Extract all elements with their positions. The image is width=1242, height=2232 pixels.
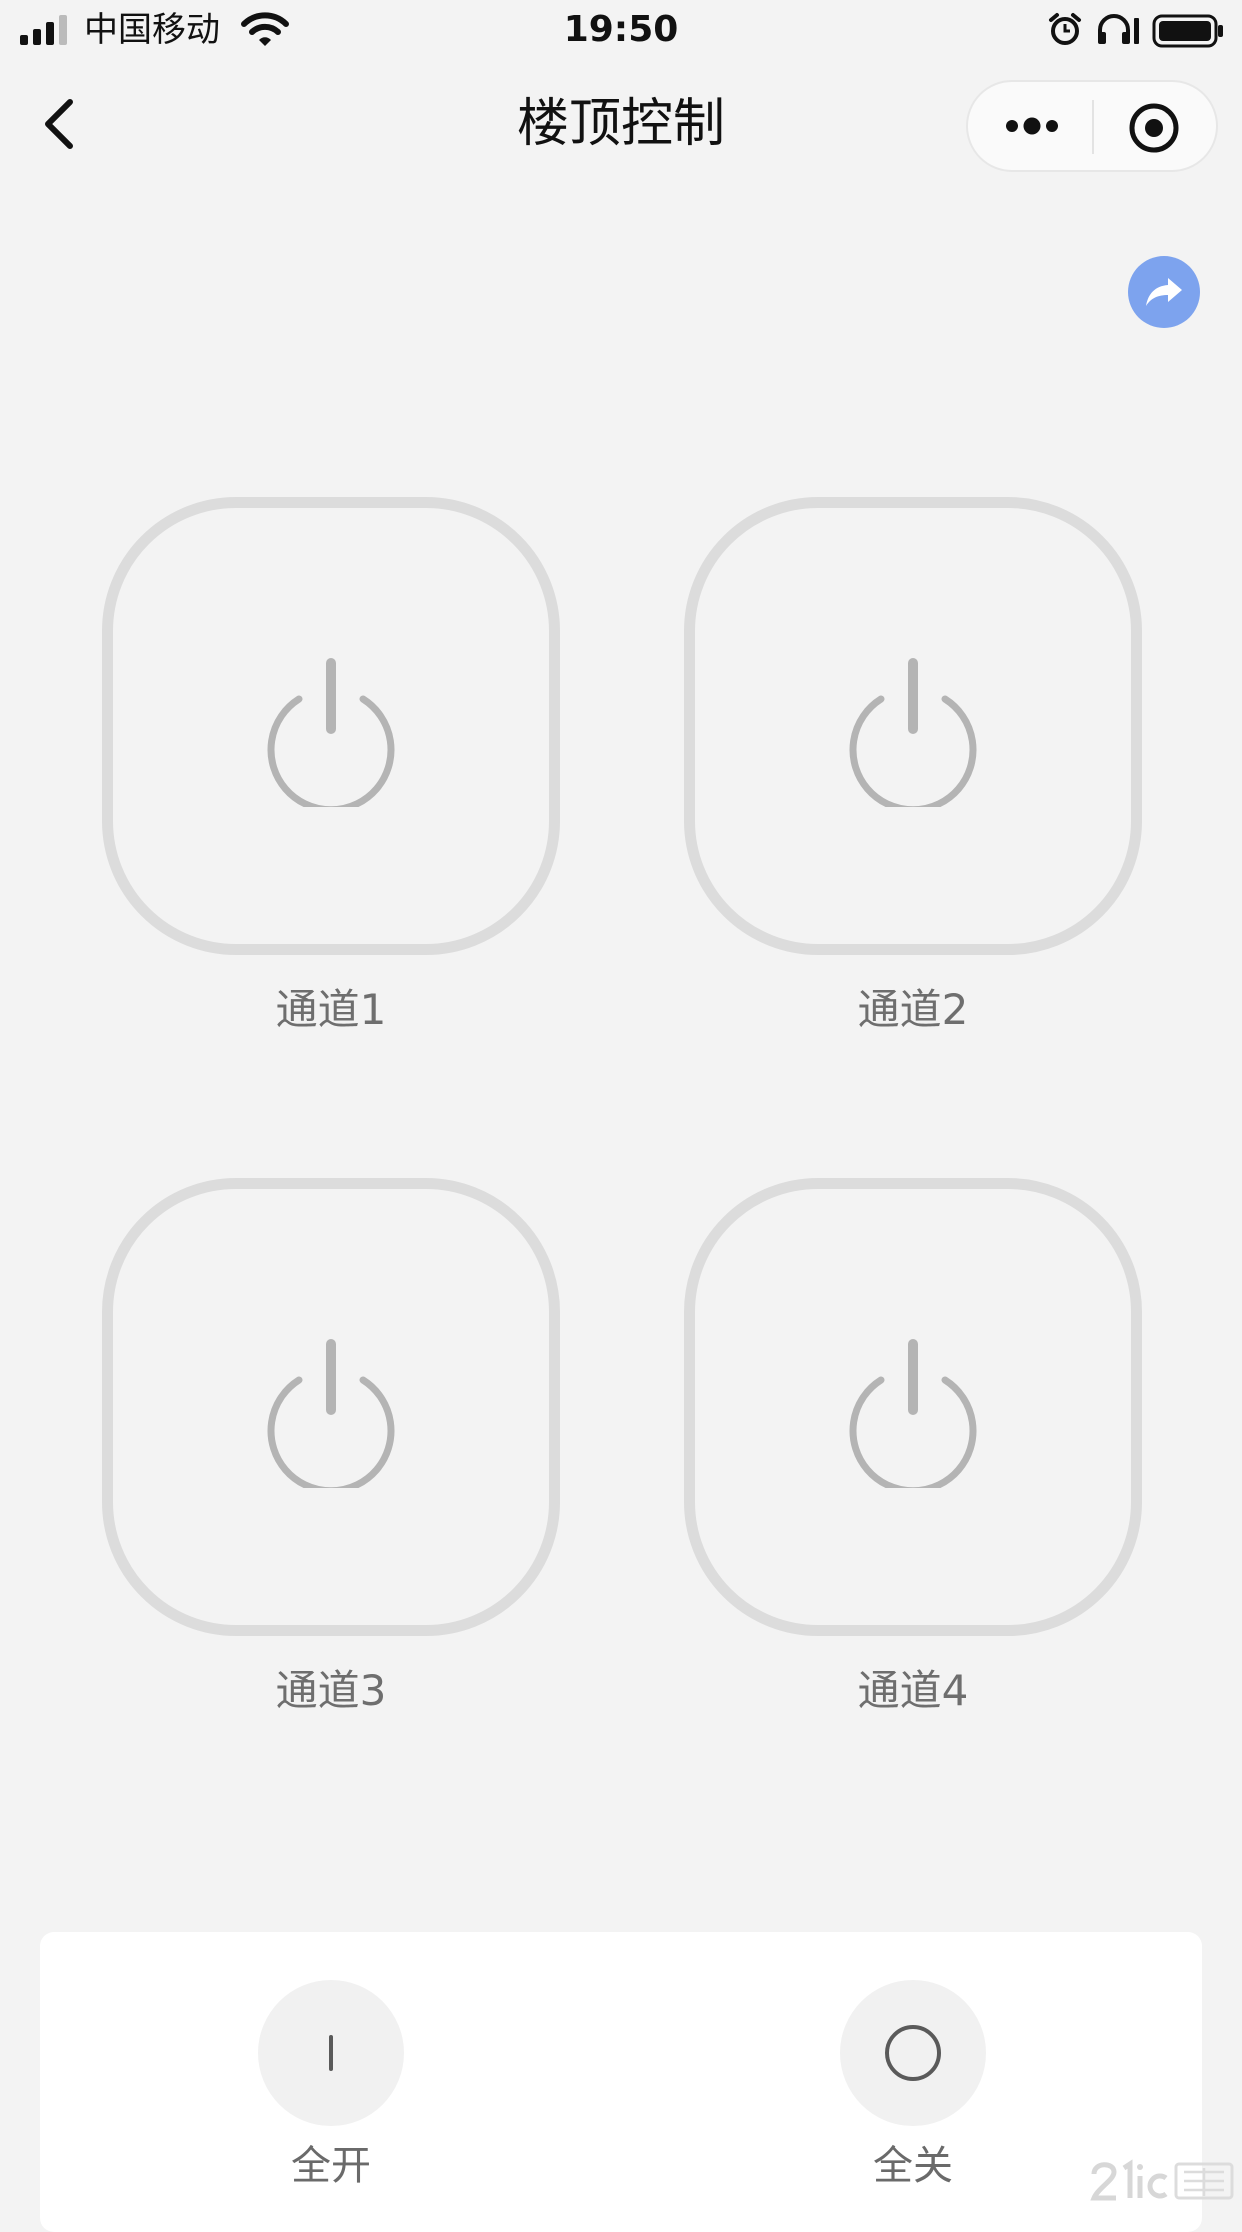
power-icon bbox=[267, 1339, 395, 1488]
21ic-watermark-logo bbox=[1088, 2156, 1238, 2204]
channel-1-label: 通道1 bbox=[275, 985, 387, 1034]
off-circle-icon bbox=[885, 2025, 941, 2081]
headphone-icon bbox=[1098, 14, 1139, 44]
share-arrow-icon bbox=[1146, 278, 1182, 306]
power-icon bbox=[849, 658, 977, 807]
navigation-bar: 楼顶控制 bbox=[0, 62, 1242, 188]
battery-icon bbox=[1152, 14, 1223, 48]
power-icon bbox=[267, 658, 395, 807]
all-off-button[interactable] bbox=[840, 1980, 986, 2126]
channel-2-switch[interactable] bbox=[684, 497, 1142, 955]
all-on-button[interactable] bbox=[258, 1980, 404, 2126]
all-on-label: 全开 bbox=[291, 2143, 371, 2189]
channel-4-switch[interactable] bbox=[684, 1178, 1142, 1636]
power-icon bbox=[849, 1339, 977, 1488]
bottom-control-panel: 全开 全关 bbox=[40, 1932, 1202, 2232]
miniprogram-capsule bbox=[966, 80, 1218, 172]
on-line-icon bbox=[329, 2035, 333, 2071]
all-off-label: 全关 bbox=[873, 2143, 953, 2189]
status-bar: 中国移动 19:50 bbox=[0, 0, 1242, 62]
channel-4-label: 通道4 bbox=[857, 1666, 969, 1715]
capsule-divider bbox=[1092, 100, 1094, 154]
channel-3-label: 通道3 bbox=[275, 1666, 387, 1715]
target-icon[interactable] bbox=[1128, 102, 1180, 154]
channel-2-label: 通道2 bbox=[857, 985, 969, 1034]
alarm-icon bbox=[1049, 13, 1081, 45]
more-dots-icon[interactable] bbox=[1002, 104, 1062, 148]
channel-1-switch[interactable] bbox=[102, 497, 560, 955]
share-button[interactable] bbox=[1128, 256, 1200, 328]
channel-3-switch[interactable] bbox=[102, 1178, 560, 1636]
